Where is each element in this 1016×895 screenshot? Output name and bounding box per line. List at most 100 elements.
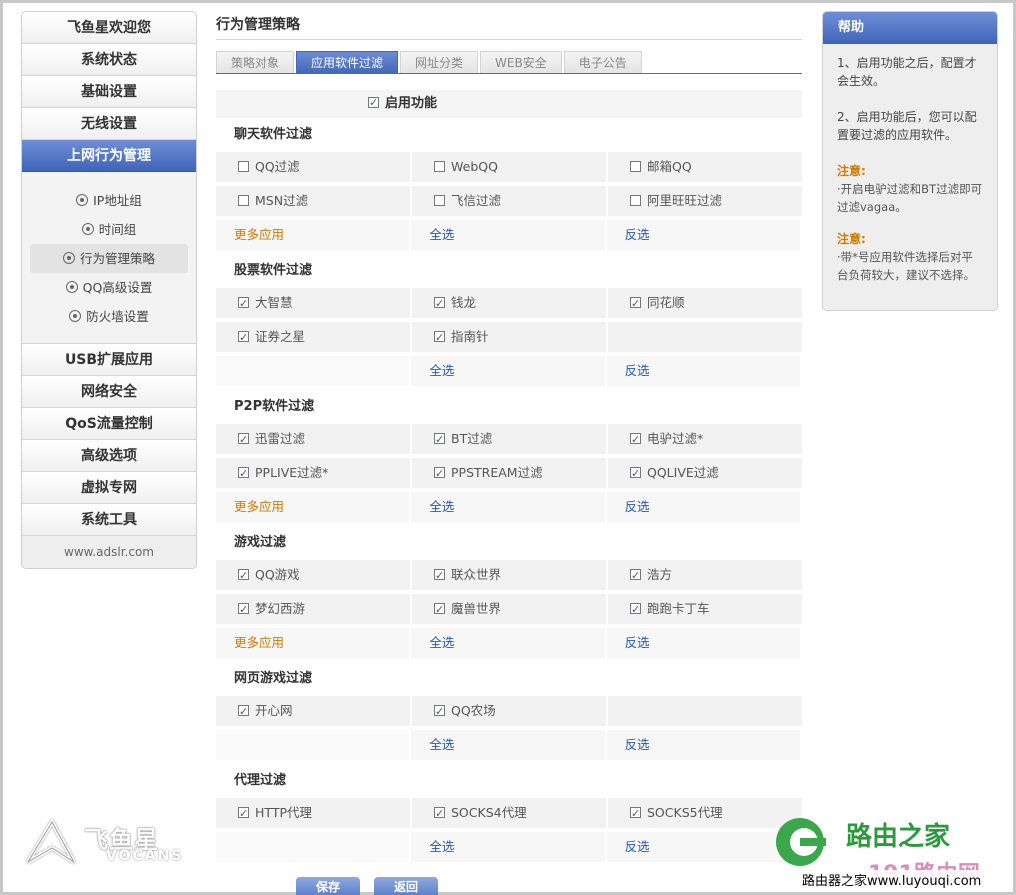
filter-checkbox[interactable]	[238, 425, 249, 455]
filter-checkbox[interactable]	[630, 561, 641, 591]
more-apps-link[interactable]: 更多应用	[216, 220, 410, 250]
filter-checkbox[interactable]	[238, 161, 249, 172]
more-apps-link[interactable]: 更多应用	[216, 628, 410, 658]
filter-option[interactable]: 迅雷过滤	[216, 424, 410, 455]
filter-option[interactable]: 证券之星	[216, 322, 410, 353]
filter-checkbox[interactable]	[630, 289, 641, 319]
tab-4[interactable]: 电子公告	[563, 51, 642, 73]
nav-item-bottom-0[interactable]: USB扩展应用	[22, 344, 196, 376]
invert-selection-link[interactable]: 反选	[606, 628, 800, 658]
filter-option[interactable]: 大智慧	[216, 288, 410, 319]
invert-selection-link[interactable]: 反选	[606, 730, 800, 760]
filter-checkbox[interactable]	[434, 195, 445, 206]
sub-nav-item-4[interactable]: 防火墙设置	[30, 302, 188, 331]
select-all-link[interactable]: 全选	[411, 356, 605, 386]
filter-option[interactable]: 同花顺	[608, 288, 802, 319]
save-button[interactable]: 保存	[296, 877, 360, 895]
filter-option[interactable]: QQ过滤	[216, 152, 410, 182]
filter-option[interactable]: PPSTREAM过滤	[412, 458, 606, 489]
filter-checkbox[interactable]	[434, 697, 445, 727]
filter-checkbox[interactable]	[238, 323, 249, 353]
nav-item-3[interactable]: 无线设置	[22, 108, 196, 140]
filter-checkbox[interactable]	[238, 195, 249, 206]
empty-cell	[608, 696, 802, 726]
filter-checkbox[interactable]	[434, 425, 445, 455]
sub-nav-item-2[interactable]: 行为管理策略	[30, 244, 188, 273]
vocans-logo: 飞鱼星 VOCANS	[24, 817, 181, 868]
filter-option[interactable]: HTTP代理	[216, 798, 410, 829]
nav-item-bottom-4[interactable]: 虚拟专网	[22, 472, 196, 504]
filter-checkbox[interactable]	[238, 561, 249, 591]
filter-checkbox[interactable]	[434, 323, 445, 353]
tab-0[interactable]: 策略对象	[216, 51, 295, 73]
select-all-link[interactable]: 全选	[411, 730, 605, 760]
tab-2[interactable]: 网址分类	[400, 51, 479, 73]
nav-item-2[interactable]: 基础设置	[22, 76, 196, 108]
filter-checkbox[interactable]	[630, 459, 641, 489]
filter-option[interactable]: PPLIVE过滤*	[216, 458, 410, 489]
select-all-link[interactable]: 全选	[411, 492, 605, 522]
filter-checkbox[interactable]	[434, 161, 445, 172]
filter-option[interactable]: 魔兽世界	[412, 594, 606, 625]
enable-function-row[interactable]: 启用功能	[216, 89, 802, 118]
nav-item-4[interactable]: 上网行为管理	[22, 140, 196, 172]
vocans-logo-icon	[26, 817, 76, 864]
tab-3[interactable]: WEB安全	[480, 51, 562, 73]
more-apps-link[interactable]: 更多应用	[216, 492, 410, 522]
filter-checkbox[interactable]	[434, 595, 445, 625]
filter-option[interactable]: 邮箱QQ	[608, 152, 802, 182]
nav-item-bottom-5[interactable]: 系统工具	[22, 504, 196, 536]
sub-nav-item-1[interactable]: 时间组	[30, 215, 188, 244]
nav-item-bottom-2[interactable]: QoS流量控制	[22, 408, 196, 440]
select-all-link[interactable]: 全选	[411, 220, 605, 250]
filter-option[interactable]: 钱龙	[412, 288, 606, 319]
filter-checkbox[interactable]	[630, 195, 641, 206]
filter-checkbox[interactable]	[238, 459, 249, 489]
filter-option[interactable]: WebQQ	[412, 152, 606, 182]
filter-checkbox[interactable]	[434, 459, 445, 489]
filter-option[interactable]: 跑跑卡丁车	[608, 594, 802, 625]
nav-item-0[interactable]: 飞鱼星欢迎您	[22, 12, 196, 44]
tab-1[interactable]: 应用软件过滤	[296, 51, 399, 73]
back-button[interactable]: 返回	[374, 877, 438, 895]
filter-checkbox[interactable]	[630, 425, 641, 455]
nav-item-1[interactable]: 系统状态	[22, 44, 196, 76]
invert-selection-link[interactable]: 反选	[606, 492, 800, 522]
invert-selection-link[interactable]: 反选	[606, 220, 800, 250]
filter-checkbox[interactable]	[434, 561, 445, 591]
filter-checkbox[interactable]	[434, 289, 445, 319]
filter-option[interactable]: QQLIVE过滤	[608, 458, 802, 489]
filter-option-label: 开心网	[255, 703, 293, 718]
filter-checkbox[interactable]	[630, 595, 641, 625]
filter-option[interactable]: 联众世界	[412, 560, 606, 591]
filter-checkbox[interactable]	[238, 799, 249, 829]
filter-option[interactable]: 阿里旺旺过滤	[608, 186, 802, 216]
select-all-link[interactable]: 全选	[411, 832, 605, 862]
filter-checkbox[interactable]	[630, 161, 641, 172]
filter-option[interactable]: 开心网	[216, 696, 410, 727]
filter-option[interactable]: QQ农场	[412, 696, 606, 727]
filter-checkbox[interactable]	[630, 799, 641, 829]
nav-item-bottom-1[interactable]: 网络安全	[22, 376, 196, 408]
filter-checkbox[interactable]	[238, 289, 249, 319]
enable-checkbox[interactable]	[368, 89, 379, 117]
filter-option[interactable]: QQ游戏	[216, 560, 410, 591]
filter-checkbox[interactable]	[238, 697, 249, 727]
sub-nav-item-3[interactable]: QQ高级设置	[30, 273, 188, 302]
filter-option[interactable]: SOCKS4代理	[412, 798, 606, 829]
nav-item-bottom-3[interactable]: 高级选项	[22, 440, 196, 472]
filter-option-label: 指南针	[451, 329, 489, 344]
filter-option[interactable]: 飞信过滤	[412, 186, 606, 216]
filter-option[interactable]: 浩方	[608, 560, 802, 591]
filter-checkbox[interactable]	[238, 595, 249, 625]
invert-selection-link[interactable]: 反选	[606, 356, 800, 386]
filter-checkbox[interactable]	[434, 799, 445, 829]
filter-option[interactable]: MSN过滤	[216, 186, 410, 216]
filter-option-label: 证券之星	[255, 329, 306, 344]
sub-nav-item-0[interactable]: IP地址组	[30, 186, 188, 215]
filter-option[interactable]: 梦幻西游	[216, 594, 410, 625]
select-all-link[interactable]: 全选	[411, 628, 605, 658]
filter-option[interactable]: 电驴过滤*	[608, 424, 802, 455]
filter-option[interactable]: 指南针	[412, 322, 606, 353]
filter-option[interactable]: BT过滤	[412, 424, 606, 455]
